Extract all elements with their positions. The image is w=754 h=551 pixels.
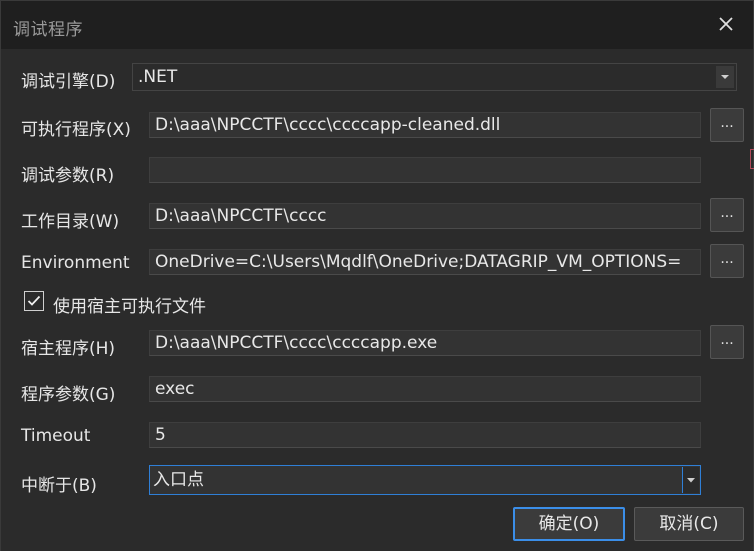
- debug-engine-value: .NET: [138, 67, 178, 87]
- chevron-down-icon: [682, 467, 699, 493]
- debug-engine-select[interactable]: .NET: [132, 63, 737, 91]
- use-host-checkbox[interactable]: [24, 291, 44, 311]
- title-bar: 调试程序: [1, 1, 753, 49]
- chevron-down-icon: [716, 66, 734, 88]
- debug-program-dialog: 调试程序 调试引擎(D) .NET 可执行程序(X) D:\aaa\NPCCTF…: [0, 0, 754, 551]
- break-at-label: 中断于(B): [21, 476, 97, 496]
- checkmark-icon: [27, 295, 41, 306]
- executable-browse-button[interactable]: ...: [710, 108, 744, 142]
- executable-label: 可执行程序(X): [21, 120, 131, 140]
- use-host-label[interactable]: 使用宿主可执行文件: [53, 292, 206, 317]
- debug-args-input[interactable]: [149, 157, 701, 183]
- host-program-browse-button[interactable]: ...: [710, 325, 744, 359]
- environment-browse-button[interactable]: ...: [710, 244, 744, 278]
- cancel-button[interactable]: 取消(C): [634, 507, 744, 541]
- debug-engine-label: 调试引擎(D): [21, 72, 116, 92]
- debug-args-label: 调试参数(R): [21, 166, 115, 186]
- timeout-label: Timeout: [21, 426, 91, 446]
- background-window-edge: [750, 149, 754, 169]
- break-at-select[interactable]: 入口点: [149, 465, 701, 495]
- timeout-input[interactable]: 5: [149, 422, 701, 448]
- close-icon: [719, 17, 733, 31]
- host-program-input[interactable]: D:\aaa\NPCCTF\cccc\ccccapp.exe: [149, 330, 701, 356]
- working-dir-label: 工作目录(W): [21, 212, 120, 232]
- program-args-input[interactable]: exec: [149, 376, 701, 402]
- executable-input[interactable]: D:\aaa\NPCCTF\cccc\ccccapp-cleaned.dll: [149, 112, 701, 138]
- break-at-value: 入口点: [153, 470, 204, 490]
- working-dir-input[interactable]: D:\aaa\NPCCTF\cccc: [149, 203, 701, 229]
- program-args-label: 程序参数(G): [21, 385, 116, 405]
- environment-input[interactable]: OneDrive=C:\Users\Mqdlf\OneDrive;DATAGRI…: [149, 249, 701, 275]
- working-dir-browse-button[interactable]: ...: [710, 198, 744, 232]
- environment-label: Environment: [21, 253, 130, 273]
- close-button[interactable]: [711, 9, 741, 39]
- ok-button[interactable]: 确定(O): [513, 507, 625, 541]
- window-title: 调试程序: [13, 20, 83, 40]
- host-program-label: 宿主程序(H): [21, 339, 116, 359]
